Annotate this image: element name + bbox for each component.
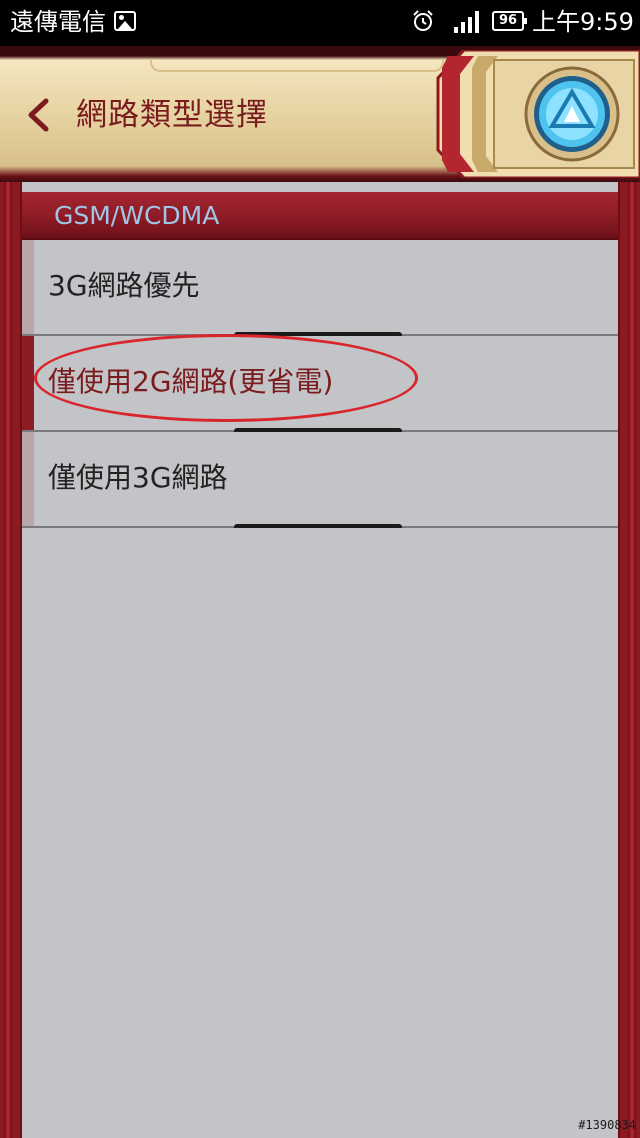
status-bar: 遠傳電信 96 上午9:59 [0,0,640,46]
image-icon [114,11,136,31]
item-divider-notch [234,524,402,528]
item-accent-bar [22,432,34,526]
item-accent-bar [22,240,34,334]
item-accent-bar-selected [22,336,34,430]
page-title: 網路類型選擇 [76,97,268,133]
option-label: 僅使用3G網路 [48,461,228,494]
battery-icon: 96 [492,11,527,31]
app-header: 網路類型選擇 [0,46,640,182]
frame-left [4,182,12,1138]
watermark: #1390834 [578,1118,636,1132]
clock: 上午9:59 [532,8,634,36]
option-3g-only[interactable]: 僅使用3G網路 [22,432,618,528]
section-header: GSM/WCDMA [22,192,618,240]
frame-right [628,182,636,1138]
carrier-name: 遠傳電信 [10,8,106,36]
arc-reactor-icon [524,66,620,162]
header-trim [150,60,444,72]
chevron-left-icon[interactable] [24,98,54,132]
highlight-annotation-ellipse [34,334,418,422]
network-type-list: GSM/WCDMA 3G網路優先 僅使用2G網路(更省電) 僅使用3G網路 [20,182,620,1138]
alarm-icon [413,10,433,31]
option-3g-preferred[interactable]: 3G網路優先 [22,240,618,336]
option-label: 3G網路優先 [48,269,200,302]
signal-icon [454,11,479,33]
section-label: GSM/WCDMA [54,201,220,230]
